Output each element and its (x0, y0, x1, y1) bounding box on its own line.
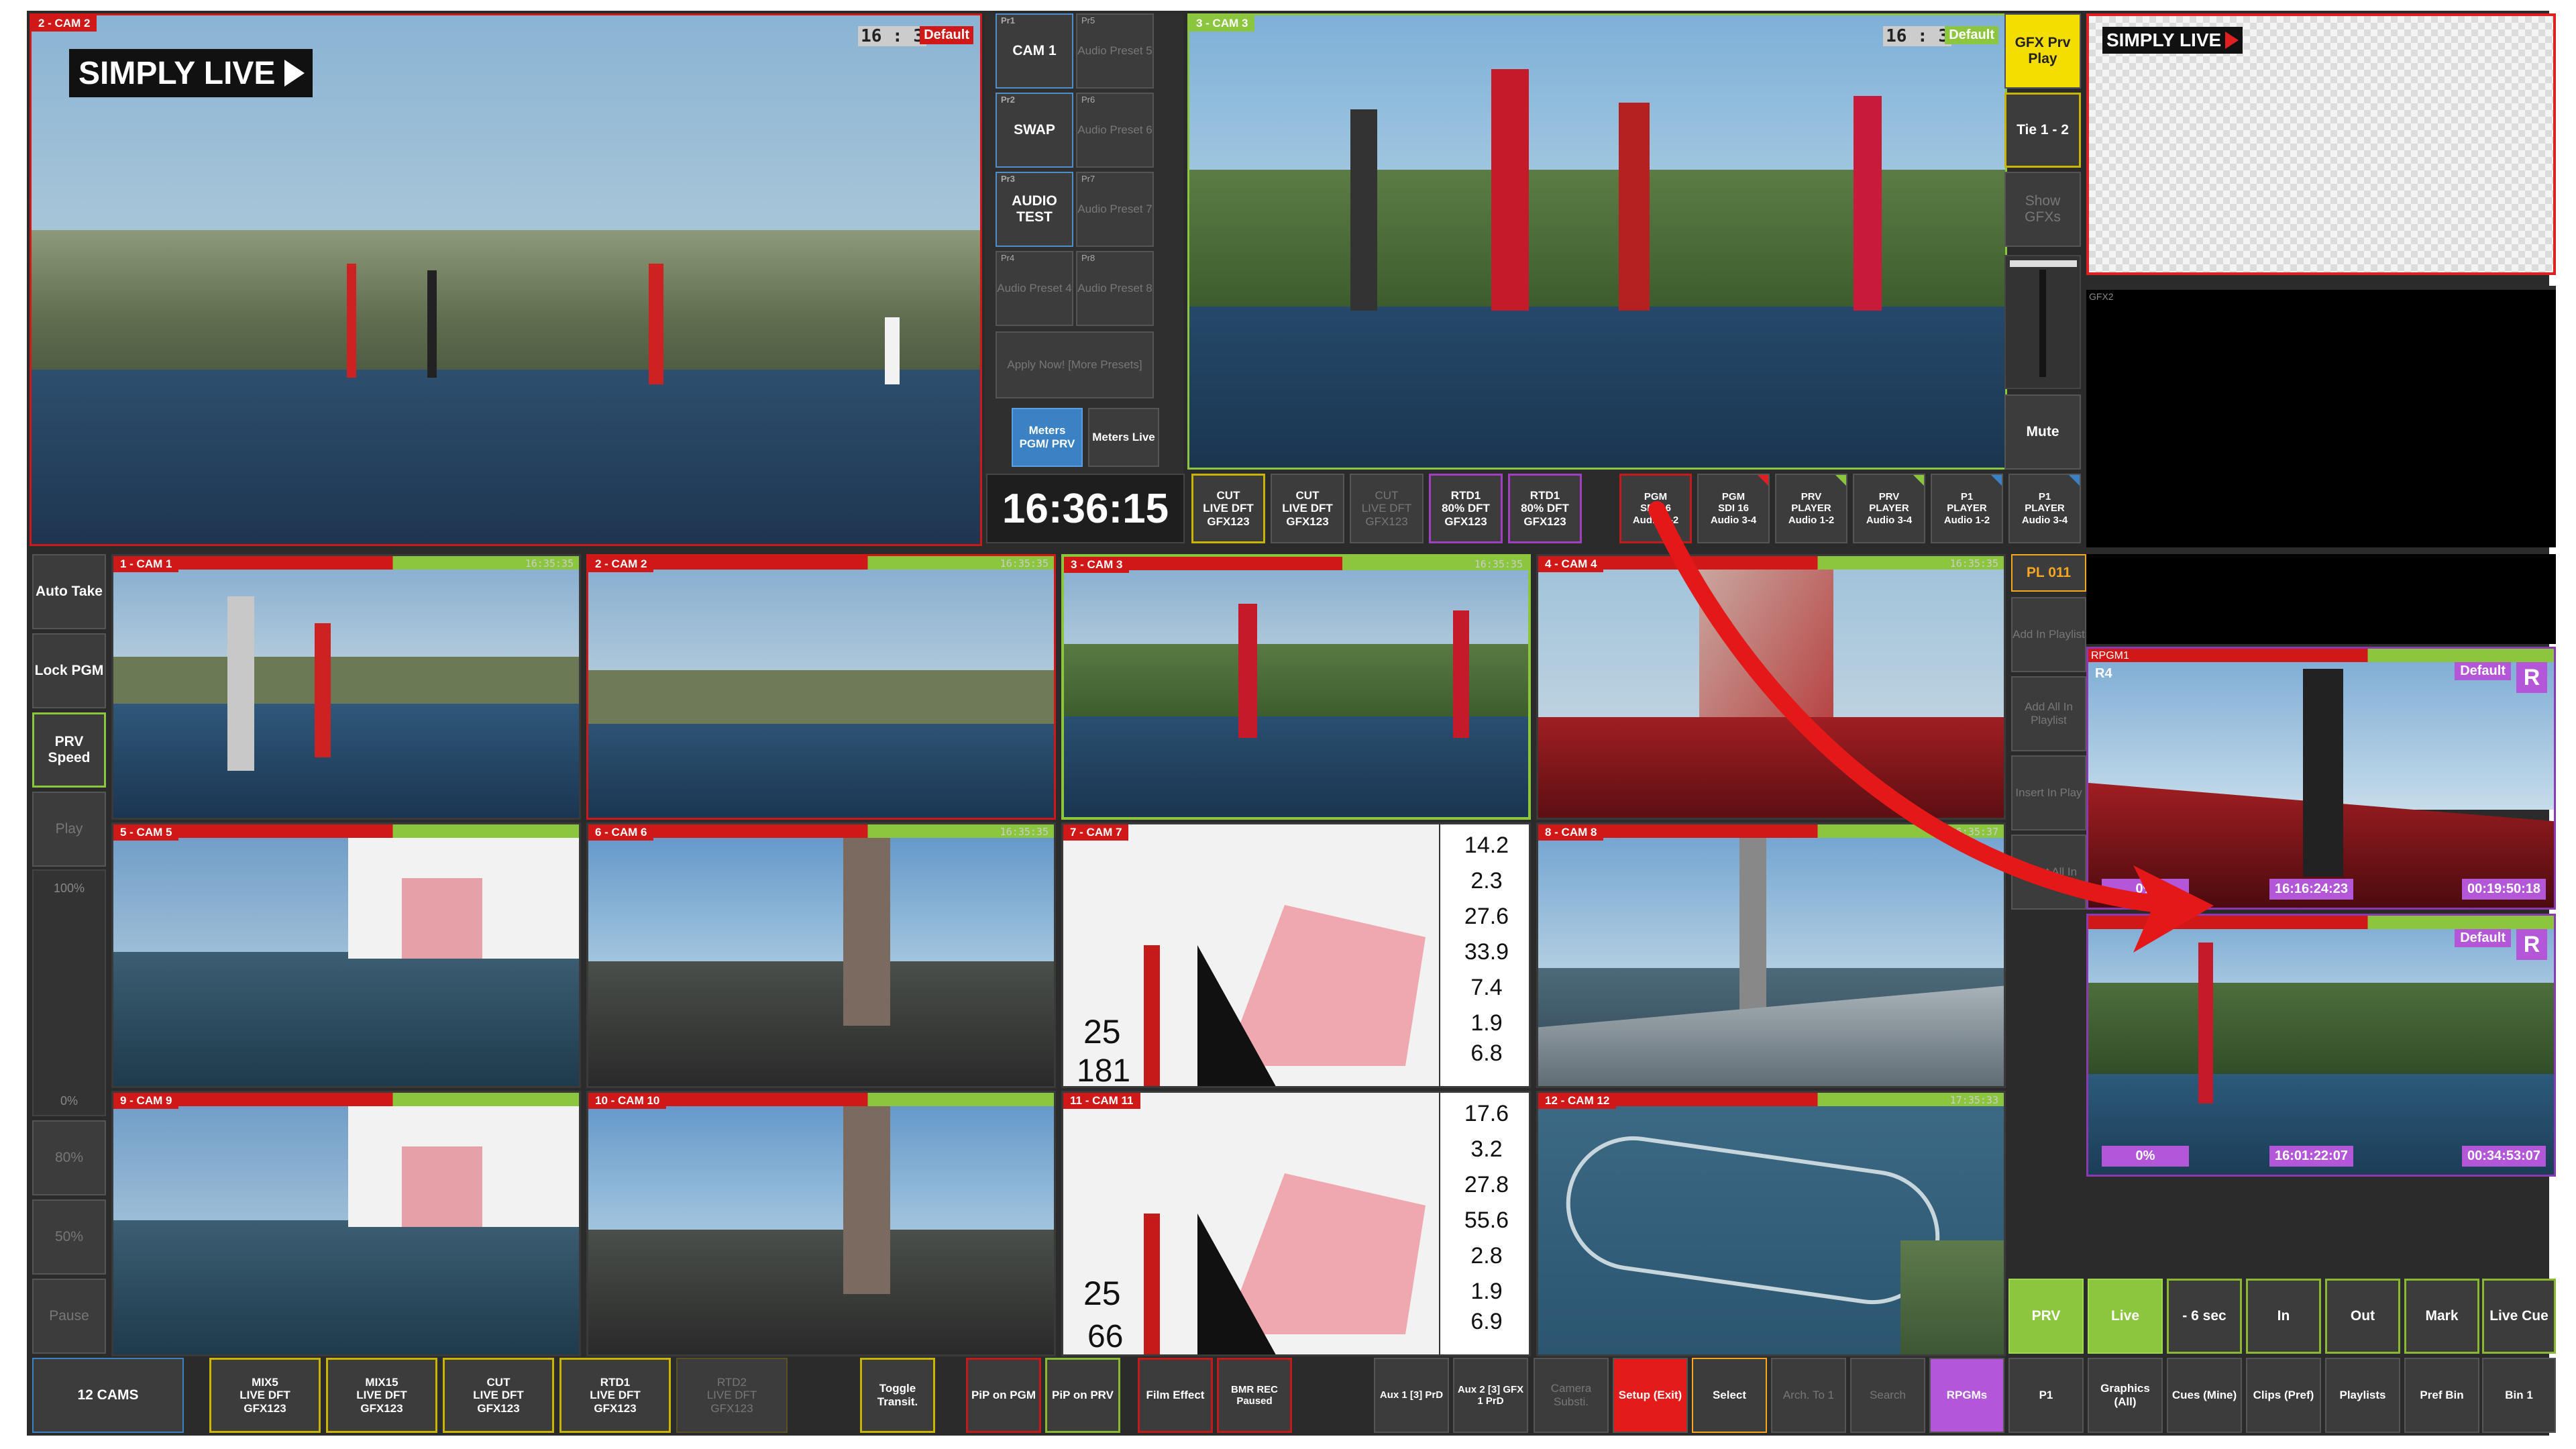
annotation-arrow (1648, 501, 2214, 953)
arrow-shaft (1648, 501, 2182, 914)
